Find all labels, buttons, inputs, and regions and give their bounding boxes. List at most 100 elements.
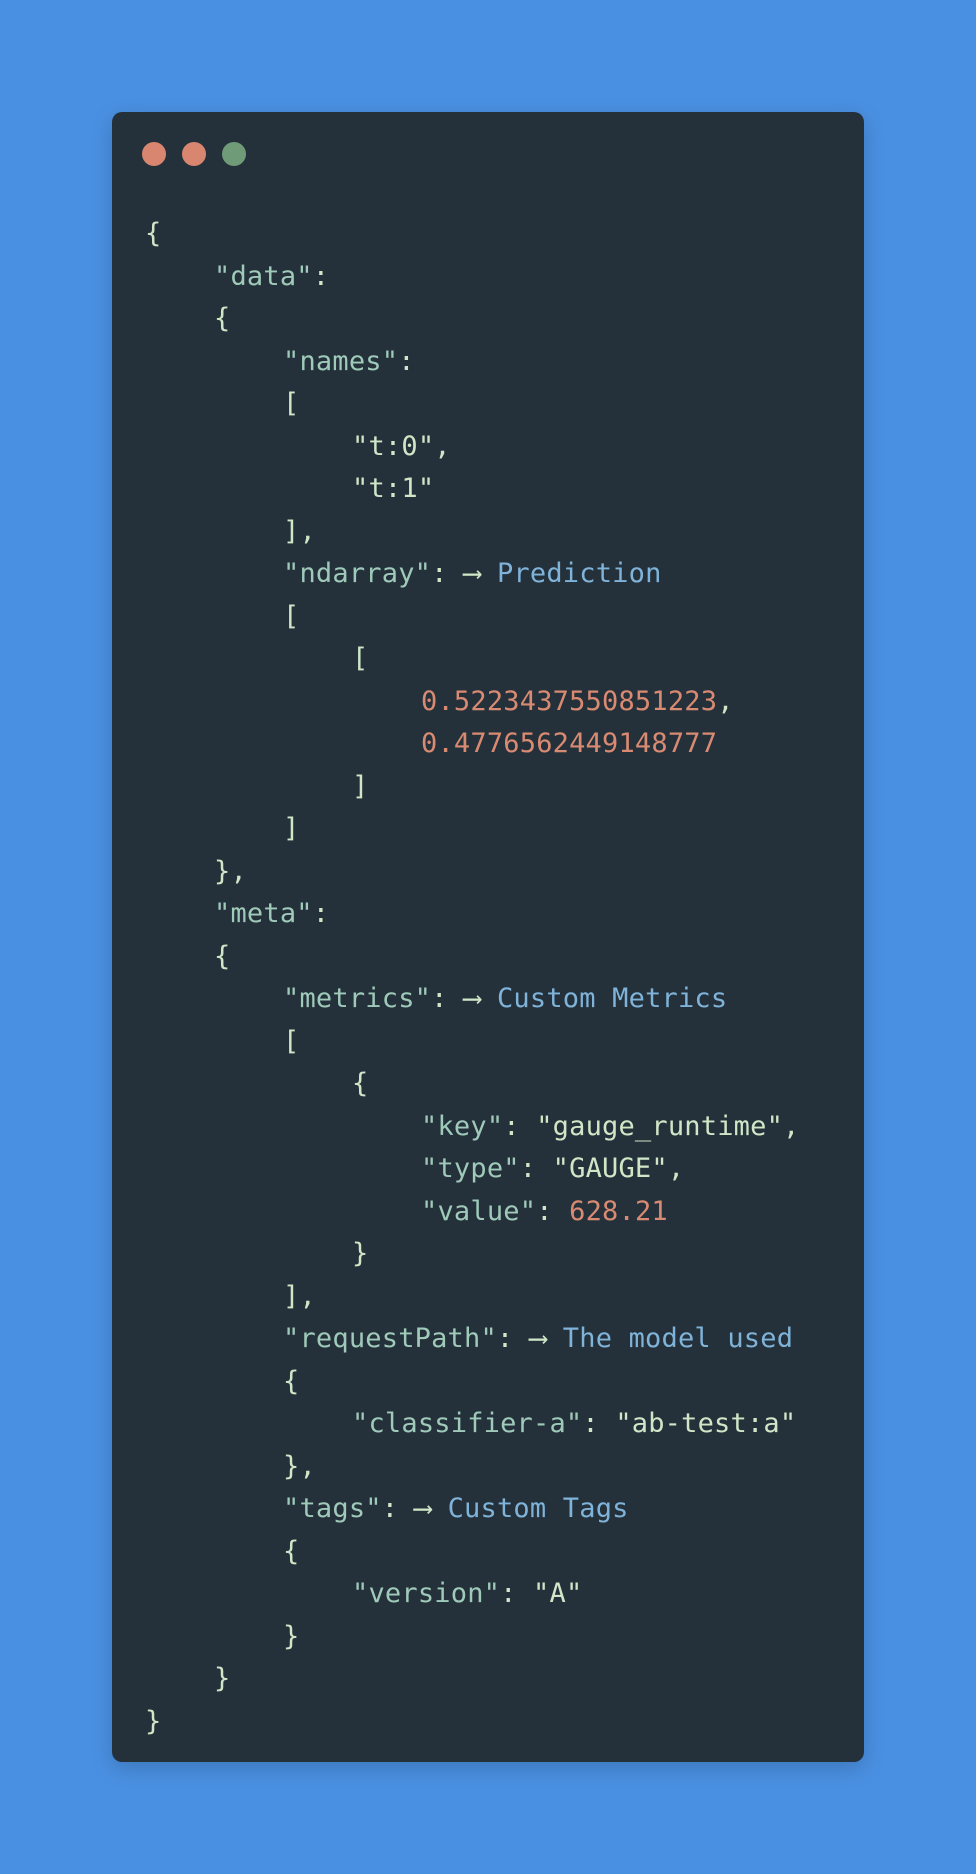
json-string: "GAUGE": [552, 1153, 668, 1184]
json-punctuation: [: [283, 1025, 300, 1057]
json-punctuation: :: [312, 898, 330, 929]
window-controls: [142, 142, 246, 166]
json-punctuation: ,: [667, 1153, 685, 1184]
json-punctuation: :: [381, 1493, 415, 1524]
code-line: "key": "gauge_runtime",: [145, 1106, 860, 1149]
code-line: },: [145, 851, 860, 894]
code-line: {: [145, 1063, 860, 1106]
json-key: "metrics": [283, 983, 432, 1014]
json-punctuation: {: [145, 218, 162, 249]
json-punctuation: }: [352, 1238, 369, 1269]
code-line: }: [145, 1233, 860, 1276]
json-key: "data": [214, 260, 313, 292]
json-punctuation: [546, 1323, 562, 1354]
json-punctuation: [: [283, 388, 300, 419]
json-punctuation: :: [519, 1153, 553, 1184]
code-line: {: [145, 1361, 860, 1404]
json-key: "tags": [283, 1493, 382, 1524]
json-punctuation: ,: [717, 685, 734, 717]
annotation-label: The model used: [562, 1323, 794, 1354]
code-line: "type": "GAUGE",: [145, 1148, 860, 1191]
code-line: {: [145, 1531, 860, 1574]
json-key: "requestPath": [283, 1323, 497, 1354]
code-line: "version": "A": [145, 1573, 860, 1616]
json-string: "t:0": [352, 430, 435, 462]
code-line: "t:1": [145, 468, 860, 511]
arrow-icon: ⟶: [464, 558, 481, 589]
code-line: ],: [145, 1276, 860, 1319]
json-key: "type": [421, 1153, 520, 1184]
json-punctuation: :: [496, 1323, 530, 1354]
code-line: ]: [145, 808, 860, 851]
json-punctuation: ]: [352, 770, 369, 802]
code-line: "tags": ⟶ Custom Tags: [145, 1488, 860, 1531]
code-line: ]: [145, 766, 860, 809]
code-line: "meta":: [145, 893, 860, 936]
code-line: [: [145, 638, 860, 681]
json-string: "t:1": [352, 473, 435, 504]
json-punctuation: :: [398, 345, 415, 377]
code-line: }: [145, 1616, 860, 1659]
json-punctuation: }: [283, 1620, 300, 1652]
json-key: "names": [283, 345, 399, 377]
json-punctuation: [: [352, 643, 369, 674]
json-key: "version": [352, 1578, 501, 1609]
json-key: "key": [421, 1110, 504, 1142]
json-punctuation: }: [145, 1705, 162, 1737]
json-punctuation: :: [503, 1110, 537, 1142]
json-punctuation: {: [214, 940, 231, 972]
arrow-icon: ⟶: [464, 983, 481, 1014]
maximize-dot-icon[interactable]: [222, 142, 246, 166]
code-line: ],: [145, 511, 860, 554]
code-line: "value": 628.21: [145, 1191, 860, 1234]
json-string: "gauge_runtime": [536, 1110, 784, 1142]
json-punctuation: {: [283, 1365, 300, 1397]
json-punctuation: ]: [283, 813, 300, 844]
json-punctuation: {: [283, 1535, 300, 1567]
json-punctuation: ,: [434, 430, 451, 462]
arrow-icon: ⟶: [529, 1323, 547, 1354]
annotation-label: Custom Tags: [447, 1493, 629, 1524]
json-punctuation: },: [283, 1450, 316, 1482]
json-code-block: {"data": {"names": ["t:0", "t:1"], "ndarray"…: [145, 213, 860, 1743]
json-punctuation: ],: [283, 1280, 316, 1312]
json-punctuation: [: [283, 600, 300, 632]
json-punctuation: :: [312, 260, 330, 292]
code-line: [: [145, 596, 860, 639]
json-punctuation: },: [214, 855, 247, 887]
json-number: 628.21: [569, 1195, 668, 1227]
code-line: [: [145, 383, 860, 426]
code-line: "ndarray": ⟶ Prediction: [145, 553, 860, 596]
json-punctuation: {: [352, 1068, 369, 1099]
code-line: "data":: [145, 256, 860, 299]
json-punctuation: }: [214, 1663, 231, 1694]
code-line: }: [145, 1658, 860, 1701]
code-line: "metrics": ⟶ Custom Metrics: [145, 978, 860, 1021]
code-line: }: [145, 1701, 860, 1744]
json-key: "meta": [214, 898, 313, 929]
code-line: "classifier-a": "ab-test:a": [145, 1403, 860, 1446]
json-punctuation: :: [582, 1408, 616, 1439]
json-string: "A": [533, 1578, 583, 1609]
json-string: "ab-test:a": [615, 1408, 797, 1439]
code-line: {: [145, 213, 860, 256]
arrow-icon: ⟶: [414, 1493, 432, 1524]
code-window: {"data": {"names": ["t:0", "t:1"], "ndarray"…: [112, 112, 864, 1762]
minimize-dot-icon[interactable]: [182, 142, 206, 166]
code-line: {: [145, 298, 860, 341]
json-punctuation: [431, 1493, 447, 1524]
annotation-label: Prediction: [496, 558, 662, 589]
close-dot-icon[interactable]: [142, 142, 166, 166]
json-punctuation: [481, 983, 497, 1014]
code-line: },: [145, 1446, 860, 1489]
json-number: 0.5223437550851223: [421, 685, 718, 717]
json-key: "ndarray": [283, 558, 432, 589]
code-line: 0.4776562449148777: [145, 723, 860, 766]
code-line: {: [145, 936, 860, 979]
code-line: "t:0",: [145, 426, 860, 469]
json-punctuation: ,: [783, 1110, 800, 1142]
json-key: "value": [421, 1195, 537, 1227]
json-punctuation: :: [536, 1195, 570, 1227]
json-key: "classifier-a": [352, 1408, 583, 1439]
code-line: 0.5223437550851223,: [145, 681, 860, 724]
